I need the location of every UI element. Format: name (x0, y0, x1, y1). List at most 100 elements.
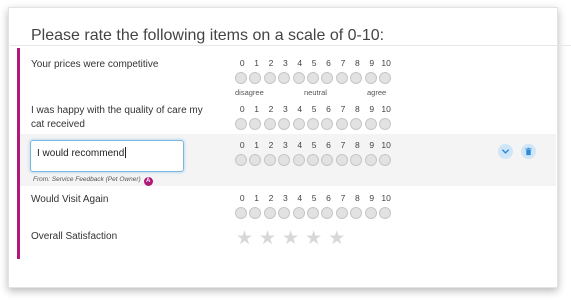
scale-number: 8 (354, 104, 360, 114)
rating-radio-8[interactable] (350, 207, 363, 219)
rating-radio-0[interactable] (235, 207, 247, 219)
rating-scale-prices: 0 1 2 3 4 5 6 7 8 9 10 disagree neutral agree (235, 58, 393, 98)
rating-radio-7[interactable] (335, 154, 348, 166)
rating-radio-5[interactable] (306, 207, 319, 219)
rating-radio-7[interactable] (335, 207, 348, 219)
item-label-visit-again: Would Visit Again (31, 194, 109, 205)
rating-radio-10[interactable] (378, 72, 391, 84)
scale-numbers: 0 1 2 3 4 5 6 7 8 9 10 (235, 104, 393, 116)
scale-number: 9 (369, 140, 375, 150)
trash-icon (525, 147, 532, 156)
scale-number: 9 (369, 104, 375, 114)
rating-radio-4[interactable] (292, 207, 305, 219)
rating-radio-10[interactable] (378, 207, 391, 219)
scale-number: 8 (354, 58, 360, 68)
scale-number: 6 (326, 104, 331, 114)
rating-radio-9[interactable] (364, 72, 377, 84)
star-icon[interactable]: ★ (328, 229, 345, 248)
scale-number: 10 (381, 58, 391, 68)
rating-radio-7[interactable] (335, 118, 348, 130)
scale-number: 3 (283, 104, 288, 114)
rating-radio-8[interactable] (350, 154, 363, 166)
rating-radio-8[interactable] (350, 72, 363, 84)
rating-radio-0[interactable] (235, 118, 247, 130)
star-icon[interactable]: ★ (282, 229, 299, 248)
scale-number: 5 (311, 104, 317, 114)
rating-radio-6[interactable] (321, 118, 334, 130)
rating-radio-0[interactable] (235, 72, 247, 84)
rating-radio-2[interactable] (263, 207, 276, 219)
delete-button[interactable] (521, 144, 536, 159)
scale-numbers: 0 1 2 3 4 5 6 7 8 9 10 (235, 58, 393, 70)
rating-scale-comment: 0 1 2 3 4 5 6 7 8 9 10 (235, 140, 393, 166)
rating-radio-1[interactable] (249, 118, 262, 130)
rating-radio-5[interactable] (306, 118, 319, 130)
scale-number: 5 (311, 58, 317, 68)
star-icon[interactable]: ★ (305, 229, 322, 248)
scale-number: 0 (239, 140, 245, 150)
source-badge: A (143, 177, 153, 186)
rating-radio-7[interactable] (335, 72, 348, 84)
rating-radio-6[interactable] (321, 207, 334, 219)
comment-input[interactable]: I would recommend (30, 140, 184, 172)
rating-radio-5[interactable] (306, 154, 319, 166)
scale-numbers: 0 1 2 3 4 5 6 7 8 9 10 (235, 193, 393, 205)
scale-number: 7 (340, 140, 346, 150)
scale-number: 6 (326, 140, 331, 150)
item-label-quality: I was happy with the quality of care my … (31, 105, 203, 130)
rating-radio-9[interactable] (364, 154, 377, 166)
scale-number: 10 (381, 104, 391, 114)
title-divider (10, 45, 571, 46)
rating-radio-5[interactable] (306, 72, 319, 84)
scale-number: 1 (254, 193, 259, 203)
scale-number: 8 (354, 193, 360, 203)
rating-radio-2[interactable] (263, 154, 276, 166)
rating-radio-4[interactable] (292, 72, 305, 84)
rating-radio-1[interactable] (249, 154, 262, 166)
rating-radio-4[interactable] (292, 154, 305, 166)
star-icon[interactable]: ★ (259, 229, 276, 248)
item-label-overall: Overall Satisfaction (31, 231, 118, 242)
scale-number: 2 (268, 193, 274, 203)
rating-radio-1[interactable] (249, 207, 262, 219)
rating-radio-6[interactable] (321, 154, 334, 166)
rating-row-visit-again: Would Visit Again 0 1 2 3 4 5 6 7 8 9 10 (20, 186, 556, 224)
star-icon[interactable]: ★ (236, 229, 253, 248)
scale-number: 7 (340, 104, 346, 114)
scale-number: 4 (297, 193, 303, 203)
rating-radio-10[interactable] (378, 118, 391, 130)
scale-number: 8 (354, 140, 360, 150)
scale-number: 2 (268, 104, 274, 114)
rating-radio-9[interactable] (364, 207, 377, 219)
rating-radio-2[interactable] (263, 72, 276, 84)
scale-number: 3 (283, 193, 288, 203)
rating-radio-10[interactable] (378, 154, 391, 166)
chevron-down-icon (502, 149, 509, 154)
scale-radios (235, 72, 393, 84)
rating-radio-3[interactable] (278, 207, 291, 219)
scale-number: 10 (381, 140, 391, 150)
scale-number: 0 (239, 193, 245, 203)
rating-radio-3[interactable] (278, 118, 291, 130)
scale-number: 1 (254, 58, 259, 68)
scale-number: 5 (311, 193, 317, 203)
rating-radio-3[interactable] (278, 72, 291, 84)
comment-source-text: From: Service Feedback (Pet Owner) (33, 176, 141, 183)
scale-number: 0 (239, 104, 245, 114)
rating-radio-2[interactable] (263, 118, 276, 130)
scale-number: 1 (254, 140, 259, 150)
scale-radios (235, 154, 393, 166)
rating-radio-4[interactable] (292, 118, 305, 130)
scale-number: 3 (283, 58, 288, 68)
rating-radio-0[interactable] (235, 154, 247, 166)
rating-radio-3[interactable] (278, 154, 291, 166)
scale-number: 2 (268, 58, 274, 68)
rating-radio-1[interactable] (249, 72, 262, 84)
rating-radio-9[interactable] (364, 118, 377, 130)
scale-number: 7 (340, 193, 346, 203)
rating-radio-8[interactable] (350, 118, 363, 130)
expand-button[interactable] (498, 144, 513, 159)
scale-number: 6 (326, 58, 331, 68)
rating-radio-6[interactable] (321, 72, 334, 84)
text-caret (125, 147, 127, 158)
